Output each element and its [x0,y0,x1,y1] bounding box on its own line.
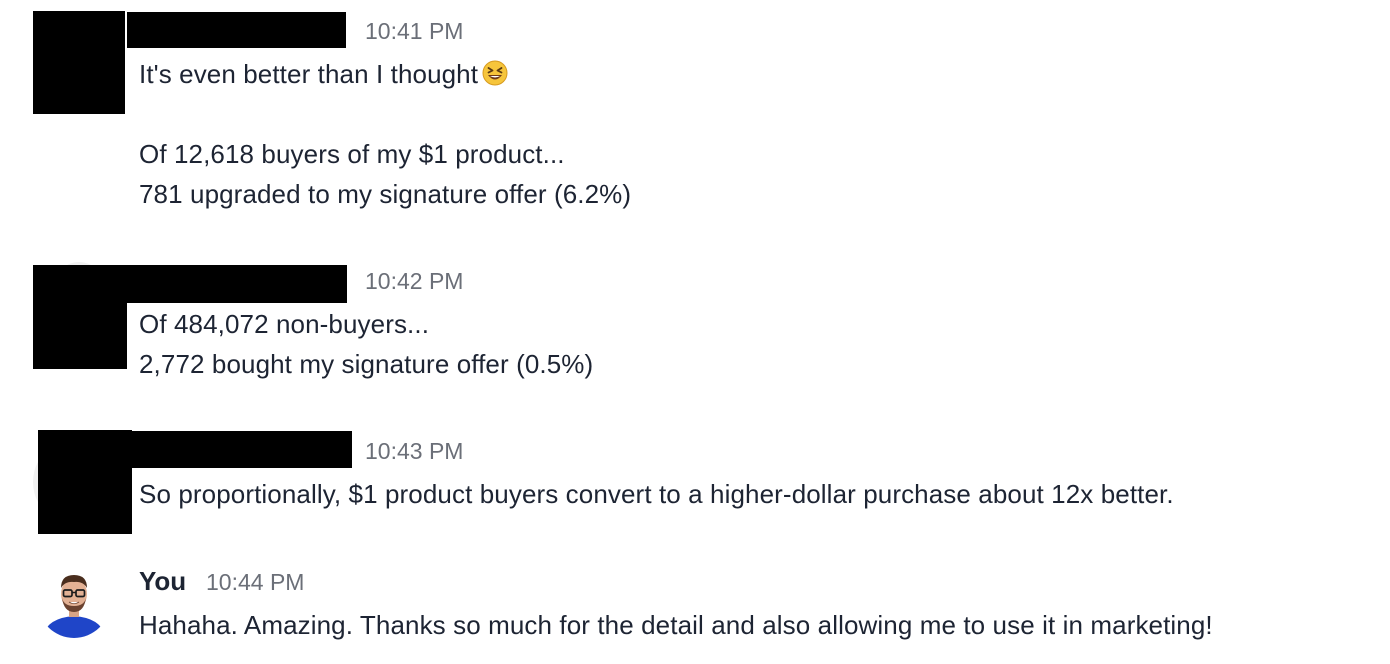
grinning-squinting-face-icon [482,57,508,86]
message-line: Of 484,072 non-buyers... [139,309,430,339]
message-line: Of 12,618 buyers of my $1 product... [139,139,565,169]
message-line: 2,772 bought my signature offer (0.5%) [139,349,594,379]
avatar[interactable] [38,566,110,638]
redacted-author-name [131,431,352,468]
redacted-avatar [33,11,125,114]
message-line: So proportionally, $1 product buyers con… [139,479,1174,509]
author-name[interactable]: You [139,566,186,597]
redacted-author-name [127,265,347,303]
message-line: Hahaha. Amazing. Thanks so much for the … [139,610,1213,640]
message-timestamp: 10:44 PM [206,569,305,595]
message-text: It's even better than I thought [139,54,508,94]
redacted-avatar [33,265,127,369]
message-timestamp: 10:41 PM [365,18,464,44]
redacted-avatar [38,430,132,534]
user-photo-icon [38,566,110,638]
message-line: 781 upgraded to my signature offer (6.2%… [139,179,632,209]
redacted-author-name [127,12,346,48]
message-line: It's even better than I thought [139,59,479,89]
message-timestamp: 10:42 PM [365,268,464,294]
message-timestamp: 10:43 PM [365,438,464,464]
